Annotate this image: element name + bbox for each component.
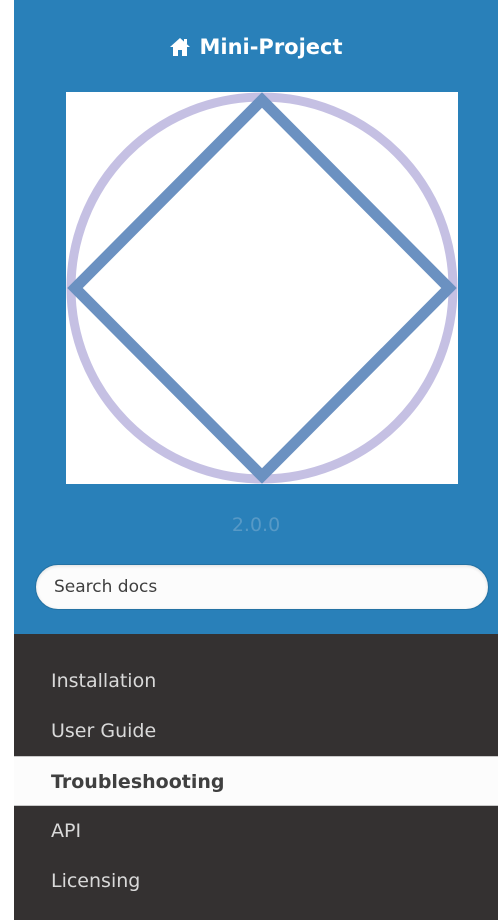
project-home-link[interactable]: Mini-Project: [14, 30, 498, 64]
nav-item-api[interactable]: API: [14, 806, 498, 856]
project-name: Mini-Project: [199, 35, 343, 59]
nav-item-user-guide[interactable]: User Guide: [14, 706, 498, 756]
logo-diamond: [67, 92, 457, 484]
logo-graphic: [66, 92, 458, 484]
nav-item-installation[interactable]: Installation: [14, 656, 498, 706]
nav-item-licensing[interactable]: Licensing: [14, 856, 498, 906]
logo-circle: [66, 92, 458, 484]
navigation-menu: Installation User Guide Troubleshooting …: [14, 656, 498, 906]
sidebar-header: Mini-Project 2.0.0: [14, 0, 498, 634]
home-icon: [170, 38, 191, 56]
sidebar: Mini-Project 2.0.0 Installation User Gui…: [14, 0, 498, 920]
version-label: 2.0.0: [231, 514, 281, 536]
search-input[interactable]: [35, 564, 489, 610]
nav-item-troubleshooting[interactable]: Troubleshooting: [14, 756, 498, 806]
project-logo[interactable]: [66, 92, 458, 484]
